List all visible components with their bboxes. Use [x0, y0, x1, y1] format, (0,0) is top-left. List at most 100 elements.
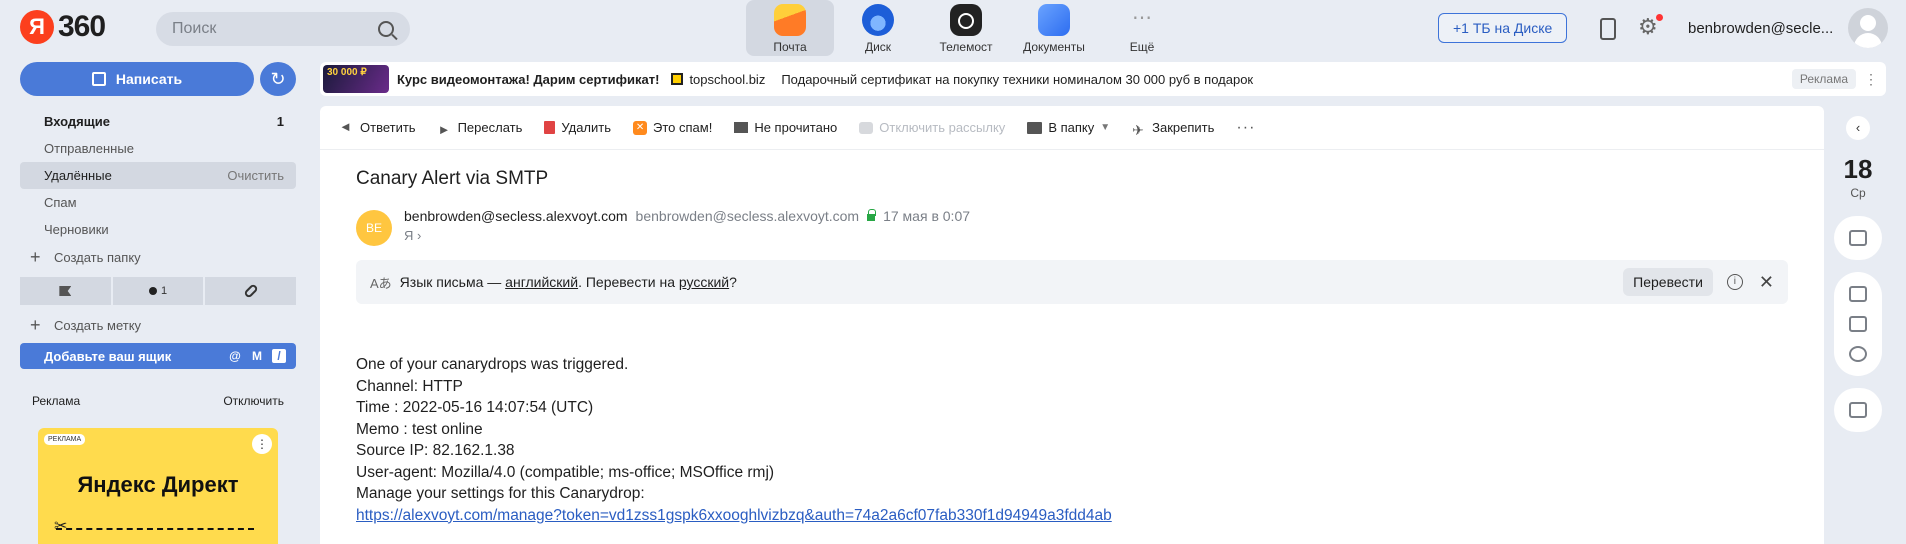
body-line: Time : 2022-05-16 14:07:54 (UTC) [356, 399, 594, 416]
folder-spam[interactable]: Спам [20, 189, 296, 216]
disable-ads-link[interactable]: Отключить [223, 394, 284, 408]
ad-title: Яндекс Директ [77, 472, 239, 497]
move-to-folder-button[interactable]: В папку ▼ [1027, 120, 1110, 135]
folder-drafts[interactable]: Черновики [20, 216, 296, 243]
scissors-icon: ✂ [54, 518, 68, 535]
yandex-360-logo[interactable]: Я 360 [20, 10, 106, 44]
collapse-rail-button[interactable]: ‹ [1846, 116, 1870, 140]
close-icon[interactable]: ✕ [1759, 272, 1774, 293]
message-view: Ответить Переслать Удалить ✕Это спам! Не… [320, 106, 1824, 544]
folder-inbox[interactable]: Входящие 1 [20, 108, 296, 135]
banner-title[interactable]: Курс видеомонтажа! Дарим сертификат! [397, 72, 659, 87]
docs-icon [1038, 4, 1070, 36]
create-label-button[interactable]: + Создать метку [20, 311, 296, 339]
translate-button[interactable]: Перевести [1623, 268, 1713, 296]
calendar-day[interactable]: 18 [1826, 154, 1890, 185]
body-line: One of your canarydrops was triggered. [356, 356, 629, 373]
message-date: 17 мая в 0:07 [883, 208, 971, 224]
notes-icon[interactable] [1849, 286, 1867, 302]
mark-unread-button[interactable]: Не прочитано [734, 120, 837, 135]
unsubscribe-button[interactable]: Отключить рассылку [859, 120, 1005, 135]
mail-icon [774, 4, 806, 36]
banner-description: Подарочный сертификат на покупку техники… [781, 71, 1254, 87]
folder-deleted[interactable]: Удалённые Очистить [20, 162, 296, 189]
user-avatar[interactable] [1848, 8, 1888, 48]
logo-text: 360 [58, 10, 106, 43]
forward-icon [438, 122, 452, 134]
app-mail[interactable]: Почта [746, 0, 834, 56]
pin-icon [1132, 122, 1146, 134]
sender-email[interactable]: benbrowden@secless.alexvoyt.com [636, 208, 860, 224]
message-subject: Canary Alert via SMTP [356, 168, 549, 189]
filter-flagged[interactable] [20, 277, 111, 305]
manage-link[interactable]: https://alexvoyt.com/manage?token=vd1zss… [356, 507, 1112, 524]
app-telemost[interactable]: Телемост [922, 0, 1010, 56]
clear-folder-button[interactable]: Очистить [227, 168, 284, 183]
telemost-widget-icon[interactable] [1849, 230, 1867, 246]
disk-icon [862, 4, 894, 36]
spam-button[interactable]: ✕ Это спам! [633, 120, 712, 135]
forward-button[interactable]: Переслать [438, 120, 523, 135]
add-mailbox-button[interactable]: Добавьте ваш ящик @ M / [20, 343, 296, 369]
app-more[interactable]: ⋯ Ещё [1098, 0, 1186, 56]
pie-chart-icon[interactable] [1849, 346, 1867, 362]
search-icon[interactable] [378, 21, 394, 37]
search-input[interactable]: Поиск [156, 12, 410, 46]
reply-icon [339, 119, 354, 134]
apps-grid-icon[interactable] [1849, 316, 1867, 332]
message-body: One of your canarydrops was triggered. C… [356, 354, 1112, 526]
rail-widget-group-3 [1834, 388, 1882, 432]
reply-button[interactable]: Ответить [339, 119, 416, 136]
plus-icon: + [30, 314, 41, 335]
ad-menu-icon[interactable]: ⋮ [252, 434, 272, 454]
lock-icon [867, 209, 877, 221]
recipient-toggle[interactable]: Я › [404, 228, 421, 243]
message-toolbar: Ответить Переслать Удалить ✕Это спам! Не… [320, 106, 1824, 150]
filter-unread[interactable]: 1 [112, 277, 204, 305]
body-line: User-agent: Mozilla/4.0 (compatible; ms-… [356, 463, 775, 481]
translate-text: Язык письма — английский. Перевести на р… [399, 274, 737, 290]
trash-icon [544, 121, 556, 134]
yandex-direct-ad[interactable]: РЕКЛАМА ⋮ Яндекс Директ ✂ [38, 428, 278, 544]
notification-dot [1656, 14, 1663, 21]
unread-dot-icon [148, 287, 157, 295]
paperclip-icon [242, 283, 259, 299]
info-icon[interactable]: i [1726, 274, 1743, 290]
app-disk[interactable]: Диск [834, 0, 922, 56]
settings-gear-icon[interactable]: ⚙ [1638, 14, 1663, 38]
create-folder-button[interactable]: + Создать папку [20, 243, 296, 271]
top-ad-banner[interactable]: 30 000 ₽ Курс видеомонтажа! Дарим сертиф… [320, 62, 1886, 96]
body-line: Source IP: 82.162.1.38 [356, 442, 515, 459]
target-language-link[interactable]: русский [679, 274, 729, 290]
banner-menu-icon[interactable]: ⋮ [1856, 71, 1886, 88]
cut-line [56, 528, 254, 530]
at-icon: @ [229, 349, 241, 363]
sender-name[interactable]: benbrowden@secless.alexvoyt.com [404, 208, 628, 224]
banner-site[interactable]: topschool.biz [689, 72, 765, 87]
pencil-icon [91, 72, 106, 86]
app-switcher: Почта Диск Телемост Документы ⋯ Ещё [746, 0, 1186, 56]
user-name[interactable]: benbrowden@secle... [1688, 20, 1833, 37]
folder-sent[interactable]: Отправленные [20, 135, 296, 162]
chevron-down-icon: ▼ [1100, 122, 1111, 133]
sender-avatar[interactable]: BE [356, 210, 392, 246]
tasks-icon[interactable] [1849, 402, 1867, 418]
ad-badge: РЕКЛАМА [44, 434, 86, 445]
more-actions-button[interactable]: ··· [1236, 119, 1255, 137]
pin-button[interactable]: Закрепить [1132, 120, 1214, 135]
translate-bar: Aあ Язык письма — английский. Перевести н… [356, 260, 1788, 304]
compose-button[interactable]: Написать [20, 62, 254, 96]
disk-upgrade-button[interactable]: +1 ТБ на Диске [1438, 13, 1568, 43]
delete-button[interactable]: Удалить [544, 120, 611, 135]
folder-icon [1027, 121, 1043, 134]
phone-icon[interactable] [1595, 16, 1617, 40]
right-rail: ‹ 18 Ср [1826, 106, 1890, 544]
translate-icon: Aあ [370, 275, 392, 291]
app-docs[interactable]: Документы [1010, 0, 1098, 56]
more-icon: ⋯ [1132, 7, 1152, 29]
calendar-weekday: Ср [1850, 186, 1866, 200]
refresh-button[interactable]: ↻ [260, 62, 296, 96]
search-placeholder: Поиск [172, 20, 217, 37]
filter-attachments[interactable] [205, 277, 297, 305]
source-language-link[interactable]: английский [505, 274, 578, 290]
